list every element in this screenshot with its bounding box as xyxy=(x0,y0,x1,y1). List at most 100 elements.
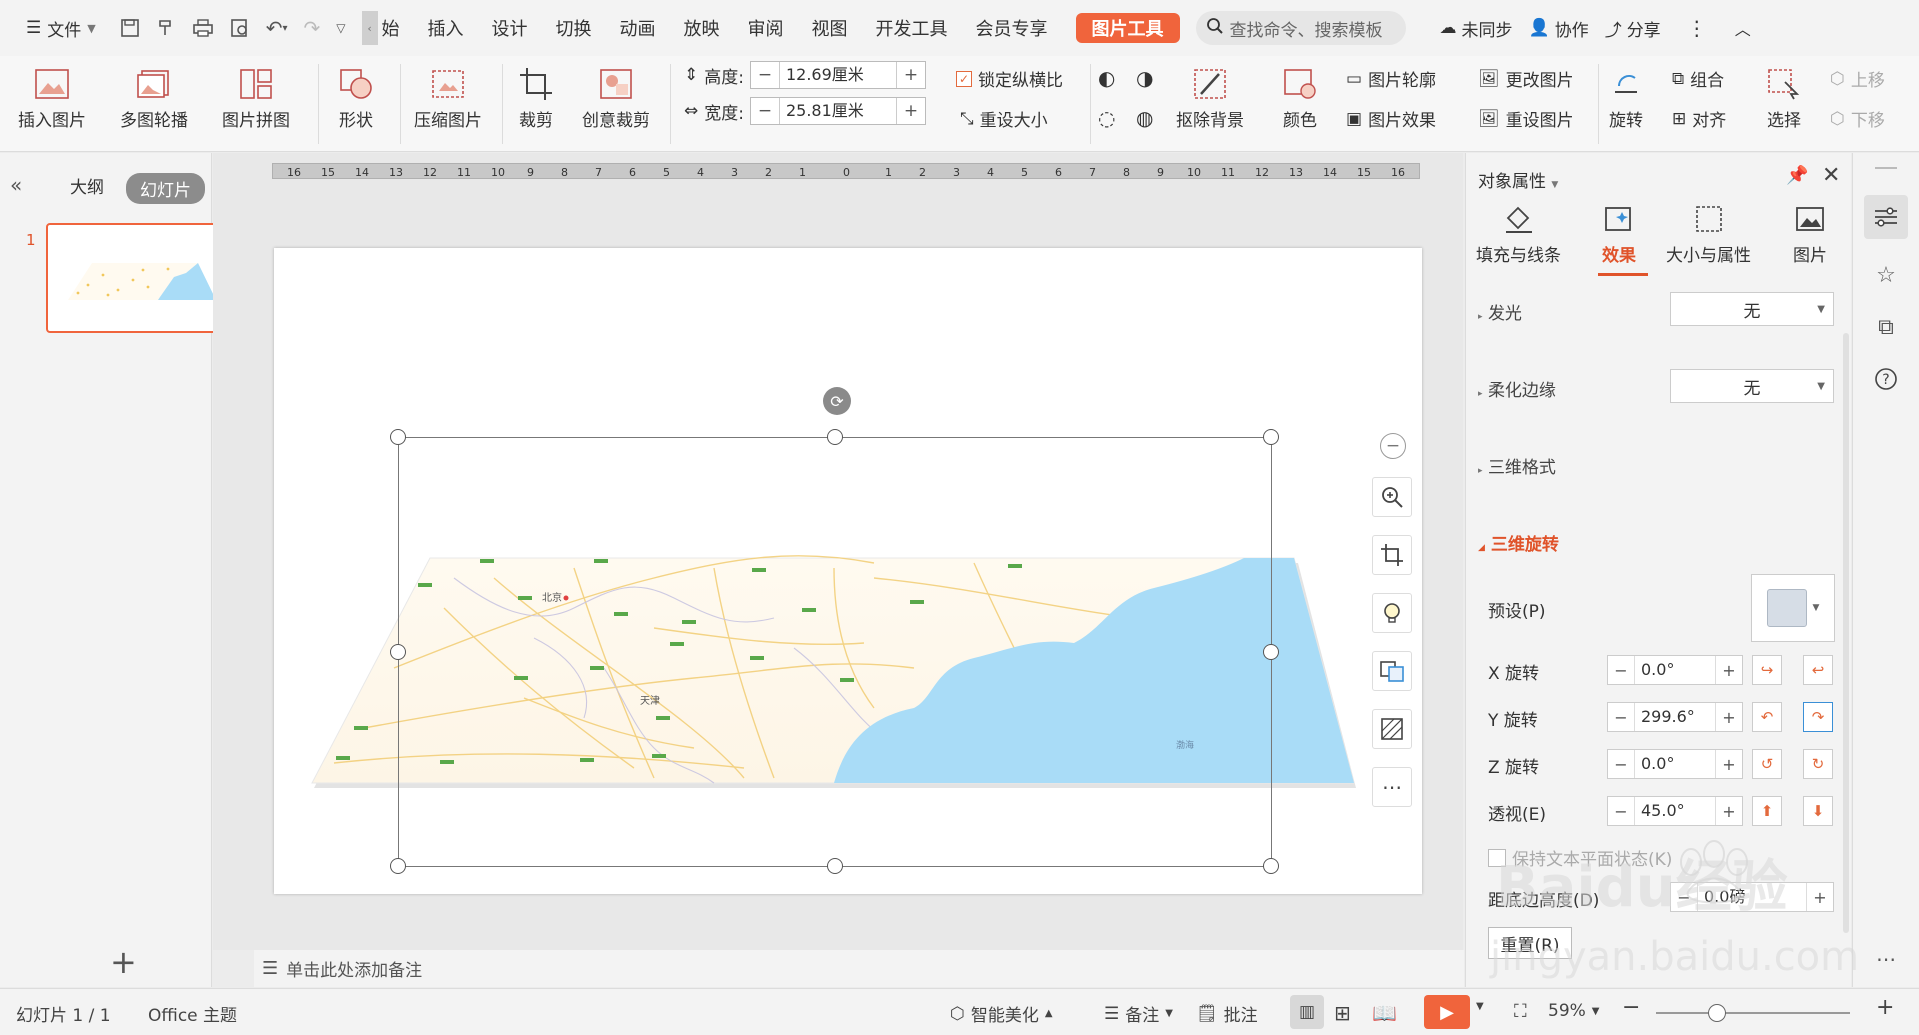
pin-icon[interactable]: 📌 xyxy=(1786,165,1808,186)
preset-select[interactable]: ▼ xyxy=(1751,574,1835,642)
tab-outline[interactable]: 大纲 xyxy=(70,173,104,198)
lightbulb-icon[interactable] xyxy=(1372,593,1412,633)
help-icon[interactable]: ? xyxy=(1864,357,1908,401)
z-rotation-increase[interactable]: + xyxy=(1716,755,1742,774)
reading-view-icon[interactable]: 📖 xyxy=(1372,1001,1397,1025)
rotate-cw-icon[interactable]: ↻ xyxy=(1803,749,1833,779)
compress-button[interactable]: 压缩图片 xyxy=(414,64,482,131)
tab-developer[interactable]: 开发工具 xyxy=(862,8,962,48)
more-options-icon[interactable]: ⋯ xyxy=(1864,937,1908,981)
perspective-up-icon[interactable]: ⬆ xyxy=(1752,796,1782,826)
format-painter-icon[interactable] xyxy=(148,8,184,48)
width-input[interactable]: − 25.81厘米 + xyxy=(749,97,926,125)
tab-review[interactable]: 审阅 xyxy=(734,8,798,48)
bring-forward-button[interactable]: ⬡ 上移 xyxy=(1830,66,1885,92)
sync-status[interactable]: ☁ 未同步 xyxy=(1432,8,1521,48)
distance-input[interactable]: − 0.0磅 + xyxy=(1670,882,1834,912)
rotate-button[interactable]: 旋转 xyxy=(1606,64,1646,131)
normal-view-icon[interactable]: ▥ xyxy=(1290,995,1324,1029)
tab-home[interactable]: 始 xyxy=(378,8,414,48)
keep-text-flat-checkbox[interactable]: 保持文本平面状态(K) xyxy=(1488,845,1672,870)
crop-tool-icon[interactable] xyxy=(1372,535,1412,575)
rotate-right-icon[interactable]: ↩ xyxy=(1803,655,1833,685)
rotate-handle-icon[interactable]: ⟳ xyxy=(823,387,851,415)
tab-slides[interactable]: 幻灯片 xyxy=(126,173,205,204)
undo-icon[interactable]: ↶ ▾ xyxy=(258,8,296,48)
zoom-slider-thumb[interactable] xyxy=(1708,1004,1726,1022)
play-slideshow-button[interactable]: ▶ xyxy=(1424,995,1470,1029)
picture-outline-button[interactable]: ▭ 图片轮廓 xyxy=(1346,66,1436,92)
change-picture-button[interactable]: 🖼 更改图片 xyxy=(1478,66,1574,92)
share-button[interactable]: ⤴ 分享 xyxy=(1597,8,1669,48)
resize-handle-w[interactable] xyxy=(390,644,406,660)
zoom-in-icon[interactable] xyxy=(1372,477,1412,517)
shape-button[interactable]: 形状 xyxy=(336,64,376,131)
glow-section[interactable]: ▸ 发光 xyxy=(1478,299,1522,324)
rotate-left-icon[interactable]: ↪ xyxy=(1752,655,1782,685)
tab-effects[interactable]: 效果 xyxy=(1601,201,1637,266)
image-convert-icon[interactable] xyxy=(1372,651,1412,691)
zoom-slider[interactable] xyxy=(1656,1004,1850,1022)
height-decrease[interactable]: − xyxy=(751,65,779,85)
more-options-icon[interactable]: ⋯ xyxy=(1372,767,1412,807)
perspective-decrease[interactable]: − xyxy=(1608,802,1634,821)
collapse-ribbon-icon[interactable]: ︿ xyxy=(1727,8,1759,48)
color-button[interactable]: 颜色 xyxy=(1280,64,1320,131)
reset-picture-button[interactable]: 🖼 重设图片 xyxy=(1478,106,1574,132)
rotate-down-icon[interactable]: ↷ xyxy=(1803,702,1833,732)
resize-handle-e[interactable] xyxy=(1263,644,1279,660)
add-slide-button[interactable]: + xyxy=(110,943,137,981)
print-preview-icon[interactable] xyxy=(222,8,258,48)
smart-beautify-button[interactable]: ⬡ 智能美化 ▲ xyxy=(950,1001,1053,1027)
soft-edge-select[interactable]: 无 ▼ xyxy=(1670,369,1834,403)
resize-handle-ne[interactable] xyxy=(1263,429,1279,445)
zoom-level[interactable]: 59% ▼ xyxy=(1548,1001,1600,1021)
y-rotation-input[interactable]: − 299.6° + xyxy=(1607,702,1743,732)
z-rotation-input[interactable]: − 0.0° + xyxy=(1607,749,1743,779)
rotate-up-icon[interactable]: ↶ xyxy=(1752,702,1782,732)
perspective-increase[interactable]: + xyxy=(1716,802,1742,821)
x-rotation-decrease[interactable]: − xyxy=(1608,661,1634,680)
horizontal-ruler[interactable]: 16 15 14 13 12 11 10 9 8765 4321 0123 4567 891… xyxy=(272,163,1420,179)
tab-picture[interactable]: 图片 xyxy=(1792,201,1828,266)
perspective-down-icon[interactable]: ⬇ xyxy=(1803,796,1833,826)
more-menu-icon[interactable]: ⋮ xyxy=(1679,8,1715,48)
reset-button[interactable]: 重置(R) xyxy=(1488,927,1572,959)
perspective-input[interactable]: − 45.0° + xyxy=(1607,796,1743,826)
resize-handle-se[interactable] xyxy=(1263,858,1279,874)
properties-sliders-icon[interactable] xyxy=(1864,195,1908,239)
threed-format-section[interactable]: ▸ 三维格式 xyxy=(1478,453,1556,478)
notes-toggle[interactable]: ☰ 备注 ▼ xyxy=(1104,1001,1173,1027)
resize-handle-s[interactable] xyxy=(827,858,843,874)
brightness-down-icon[interactable]: ◌ xyxy=(1098,106,1115,130)
glow-select[interactable]: 无 ▼ xyxy=(1670,292,1834,326)
collapse-panel-icon[interactable]: « xyxy=(10,173,22,197)
contrast-up-icon[interactable]: ◑ xyxy=(1136,66,1153,90)
y-rotation-decrease[interactable]: − xyxy=(1608,708,1634,727)
tab-size-properties[interactable]: 大小与属性 xyxy=(1666,201,1751,266)
multi-outline-button[interactable]: 多图轮播 xyxy=(120,64,188,131)
search-box[interactable]: 查找命令、搜索模板 xyxy=(1195,11,1406,45)
collapse-toolbar-icon[interactable]: − xyxy=(1380,433,1406,459)
close-icon[interactable]: ✕ xyxy=(1822,163,1840,188)
panel-title[interactable]: 对象属性 ▼ xyxy=(1478,167,1558,192)
print-icon[interactable] xyxy=(184,8,222,48)
transition-icon[interactable]: ⧉ xyxy=(1864,305,1908,349)
collab-button[interactable]: 👤 协作 xyxy=(1521,8,1597,48)
zoom-in-button[interactable]: + xyxy=(1876,995,1894,1020)
customize-toolbar-icon[interactable]: ▽ xyxy=(328,8,353,48)
height-input[interactable]: − 12.69厘米 + xyxy=(749,61,926,89)
theme-name[interactable]: Office 主题 xyxy=(148,1001,237,1026)
tab-design[interactable]: 设计 xyxy=(478,8,542,48)
lock-ratio-checkbox[interactable]: ✓ 锁定纵横比 xyxy=(956,66,1063,91)
reset-size-button[interactable]: ⤡ 重设大小 xyxy=(960,106,1048,132)
star-pin-icon[interactable]: ☆ xyxy=(1864,253,1908,297)
select-button[interactable]: 选择 xyxy=(1764,64,1804,131)
save-icon[interactable] xyxy=(112,8,148,48)
soft-edge-section[interactable]: ▸ 柔化边缘 xyxy=(1478,376,1556,401)
width-decrease[interactable]: − xyxy=(751,101,779,121)
x-rotation-increase[interactable]: + xyxy=(1716,661,1742,680)
fit-window-icon[interactable]: ⛶ xyxy=(1514,1001,1527,1022)
width-increase[interactable]: + xyxy=(897,101,925,121)
comments-toggle[interactable]: 🗒 批注 xyxy=(1196,1001,1258,1027)
